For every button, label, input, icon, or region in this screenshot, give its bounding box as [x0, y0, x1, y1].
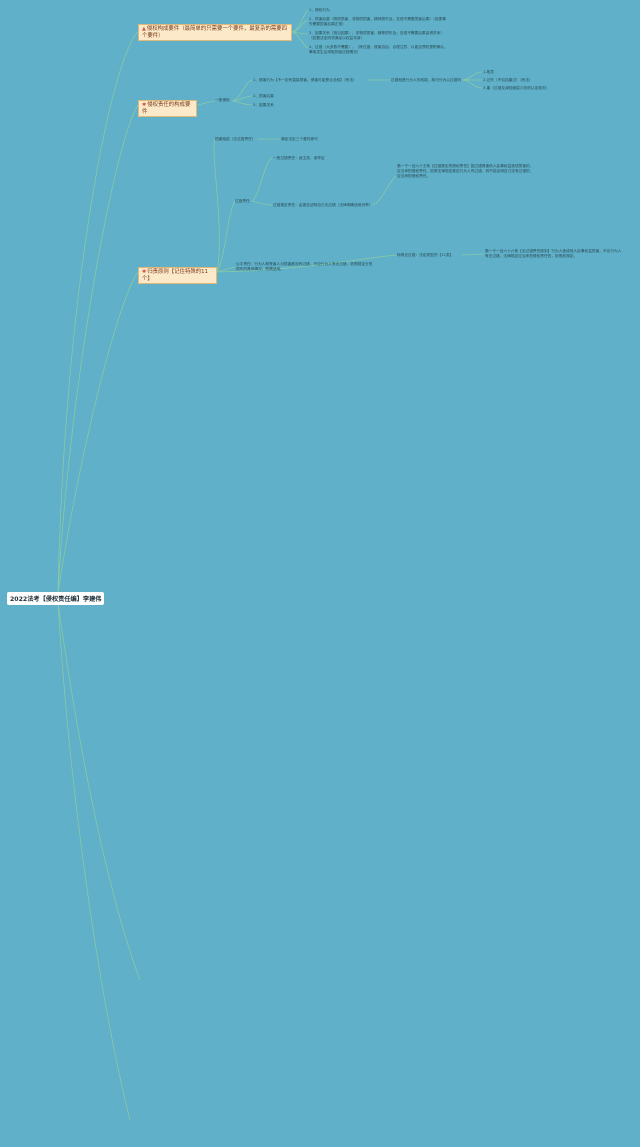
topic-principles-label: 归责原则【记住特殊的11个】: [142, 269, 208, 282]
node-no-fault-article[interactable]: 第一千一百六十六条【无过错责任原则】行为人造成他人民事权益损害，不论行为人有无过…: [485, 249, 625, 259]
topic-liability-label: 侵权责任的构成要件: [142, 102, 191, 115]
node-general-fault[interactable]: 一般过错责任：适主张，谁举证: [273, 156, 325, 161]
node-liability-item3[interactable]: 3、因果关系: [253, 103, 274, 108]
branch-c-desc: [461, 253, 485, 256]
element-item-2[interactable]: 2、损害后果（物质损害、非物质损害、精神损失及；至低不需要损害后果）（前提事先需…: [309, 17, 449, 27]
branch-fault-b1: [251, 157, 273, 202]
star-icon: ✱: [142, 269, 147, 275]
node-fault-kind-1[interactable]: 1.故意: [483, 70, 494, 75]
node-liability-item1[interactable]: 1、侵害行为【不一定有直接损害，侵害可能是合法权】（有法）: [253, 78, 368, 83]
node-fault-kind-3[interactable]: 3.重（过错及减轻赔偿义务的认定准则）: [483, 86, 549, 91]
node-general-tort[interactable]: 一般侵权: [215, 98, 230, 103]
node-presumed-fault-article[interactable]: 第一千一百六十五条【过错推定的侵权责任】因过错侵害他人民事权益造成损害的，应当承…: [397, 164, 535, 179]
root-title: 2022法考【侵权责任编】李建伟: [10, 596, 102, 603]
branch-b2-desc: [371, 175, 397, 206]
branch-fault-kinds: [461, 71, 483, 89]
topic-elements-label: 侵权构成要件（最简单的只需要一个要件，最复杂的需要四个要件）: [142, 26, 288, 39]
node-fault-kind-2[interactable]: 2.过失（不包括重过）（有法）: [483, 78, 533, 83]
branch-general-items: [231, 79, 253, 106]
node-liability-item2[interactable]: 2、损害后果: [253, 94, 274, 99]
node-presumed-fault[interactable]: 过错推定责任：由被告证明自己无过错（法律明确适用列举）: [273, 203, 373, 208]
node-strict-liability[interactable]: 损害赔偿（无过错责任）: [215, 137, 256, 142]
element-item-3[interactable]: 3、因果关系（相当因果）、非物质损害、精神损失及；至低不需要后果由得关系）（若要…: [309, 31, 449, 41]
node-fault-desc[interactable]: 过错就是行为人的权能，故可分为以过错判: [391, 78, 463, 83]
node-strict-desc[interactable]: 满足法定三个要件即可: [281, 137, 318, 142]
branch-root-t2: [57, 104, 139, 594]
branch-t3-a: [213, 138, 220, 273]
branch-root-t3: [57, 271, 139, 594]
warning-icon: ▲: [142, 26, 146, 32]
node-fault-liability[interactable]: 过错责任: [235, 199, 250, 204]
branch-fault-b2: [251, 200, 273, 206]
branch-t1-items: [291, 9, 309, 49]
element-item-1[interactable]: 1、侵权行为: [309, 8, 449, 13]
element-item-4[interactable]: 4、过错（大多数不需要），（除过错、侵害自由、合理注意、以能否预防是职确认，事故…: [309, 45, 449, 55]
topic-elements[interactable]: ▲侵权构成要件（最简单的只需要一个要件，最复杂的需要四个要件）: [138, 24, 292, 42]
node-special-no-fault[interactable]: 特殊无过错：法定类型的【11类】: [397, 253, 462, 258]
branch-root-low2: [57, 602, 141, 981]
branch-root-t1: [57, 31, 139, 594]
branch-t2-general: [196, 100, 216, 106]
star-icon: ✱: [142, 102, 147, 108]
branch-root-low1: [57, 602, 131, 1121]
branch-lines: [57, 9, 485, 1121]
node-fair-liability[interactable]: 公平责任：行为人和受害人对损害都没有过错，不论行为人有无过错，依照规定分担损失的…: [236, 262, 374, 272]
root-topic[interactable]: 2022法考【侵权责任编】李建伟: [7, 592, 105, 605]
topic-liability-elements[interactable]: ✱侵权责任的构成要件: [138, 100, 197, 118]
topic-principles[interactable]: ✱归责原则【记住特殊的11个】: [138, 267, 217, 285]
